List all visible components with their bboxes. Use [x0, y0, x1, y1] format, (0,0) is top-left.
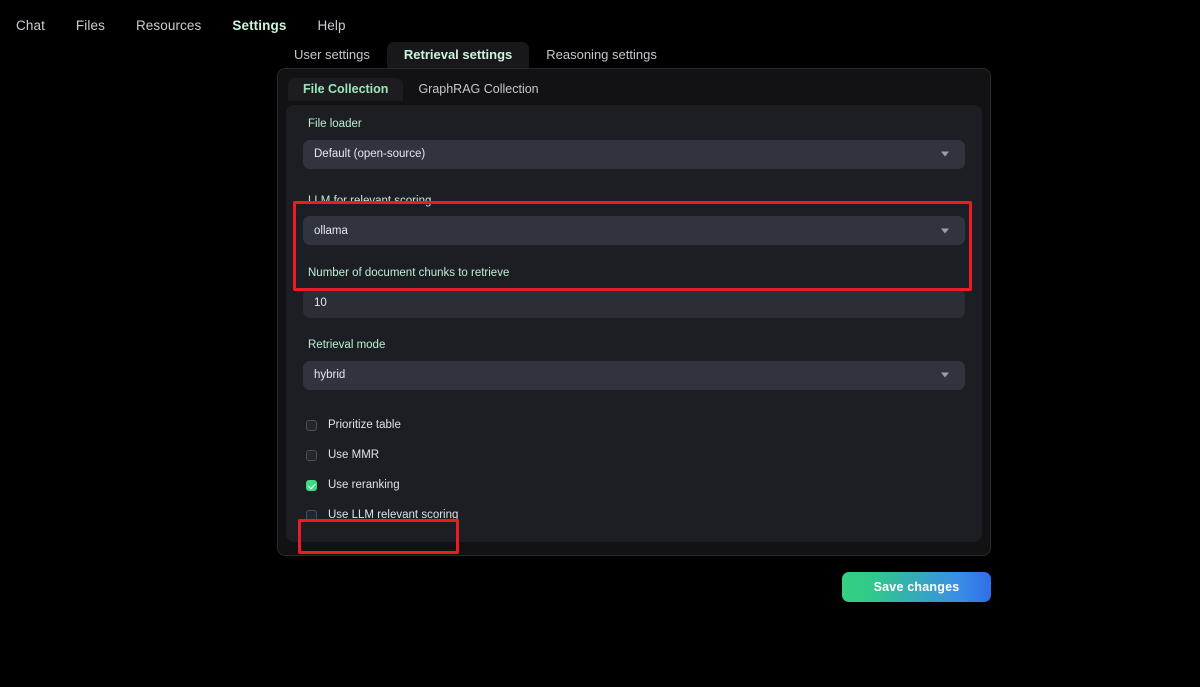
chevron-down-icon — [941, 372, 949, 378]
checkbox-checked-icon[interactable] — [306, 480, 317, 492]
llm-scoring-dropdown[interactable]: ollama — [303, 216, 965, 246]
num-chunks-input[interactable]: 10 — [303, 288, 965, 318]
nav-item-settings[interactable]: Settings — [230, 15, 288, 36]
tab-user-settings[interactable]: User settings — [277, 42, 387, 68]
settings-tab-bar: User settings Retrieval settings Reasoni… — [277, 40, 1200, 68]
nav-item-chat[interactable]: Chat — [14, 15, 47, 36]
nav-item-help[interactable]: Help — [315, 15, 347, 36]
chevron-down-icon — [941, 228, 949, 234]
subtab-graphrag-collection[interactable]: GraphRAG Collection — [403, 78, 553, 102]
retrieval-mode-dropdown[interactable]: hybrid — [303, 360, 965, 390]
save-changes-button[interactable]: Save changes — [842, 572, 991, 602]
checkbox-prioritize-table[interactable]: Prioritize table — [306, 411, 972, 441]
subtab-file-collection[interactable]: File Collection — [288, 77, 404, 101]
retrieval-options-checklist: Prioritize table Use MMR Use reranking U… — [296, 411, 972, 531]
num-chunks-label: Number of document chunks to retrieve — [308, 267, 510, 280]
chevron-down-icon — [941, 151, 949, 157]
field-retrieval-mode: Retrieval mode hybrid — [296, 339, 972, 390]
checkbox-icon[interactable] — [306, 450, 317, 462]
num-chunks-value: 10 — [314, 297, 327, 310]
field-llm-relevant-scoring: LLM for relevant scoring ollama — [296, 195, 972, 246]
checkbox-label: Use LLM relevant scoring — [328, 508, 459, 521]
tab-reasoning-settings[interactable]: Reasoning settings — [529, 42, 674, 68]
file-loader-value: Default (open-source) — [314, 148, 426, 161]
retrieval-mode-label: Retrieval mode — [308, 338, 386, 351]
checkbox-label: Use MMR — [328, 448, 380, 461]
checkbox-use-mmr[interactable]: Use MMR — [306, 441, 972, 471]
checkbox-icon[interactable] — [306, 420, 317, 432]
collection-tab-bar: File Collection GraphRAG Collection — [288, 75, 982, 101]
llm-scoring-label: LLM for relevant scoring — [308, 194, 432, 207]
tab-retrieval-settings[interactable]: Retrieval settings — [386, 42, 530, 68]
checkbox-icon[interactable] — [306, 510, 317, 522]
retrieval-settings-panel: File Collection GraphRAG Collection File… — [277, 68, 991, 556]
file-loader-label: File loader — [308, 118, 362, 130]
llm-scoring-value: ollama — [314, 224, 348, 237]
checkbox-use-llm-relevant-scoring[interactable]: Use LLM relevant scoring — [306, 501, 972, 531]
settings-footer: Save changes — [277, 572, 991, 602]
file-loader-dropdown[interactable]: Default (open-source) — [303, 139, 965, 169]
field-file-loader: File loader Default (open-source) — [296, 118, 972, 169]
checkbox-label: Use reranking — [328, 478, 400, 491]
top-navigation-bar: Chat Files Resources Settings Help — [0, 0, 1200, 40]
checkbox-label: Prioritize table — [328, 418, 401, 431]
nav-item-files[interactable]: Files — [74, 15, 107, 36]
retrieval-mode-value: hybrid — [314, 369, 346, 382]
field-num-chunks: Number of document chunks to retrieve 10 — [296, 267, 972, 318]
file-collection-settings-content: File loader Default (open-source) LLM fo… — [286, 105, 982, 542]
checkbox-use-reranking[interactable]: Use reranking — [306, 471, 972, 501]
nav-item-resources[interactable]: Resources — [134, 15, 203, 36]
